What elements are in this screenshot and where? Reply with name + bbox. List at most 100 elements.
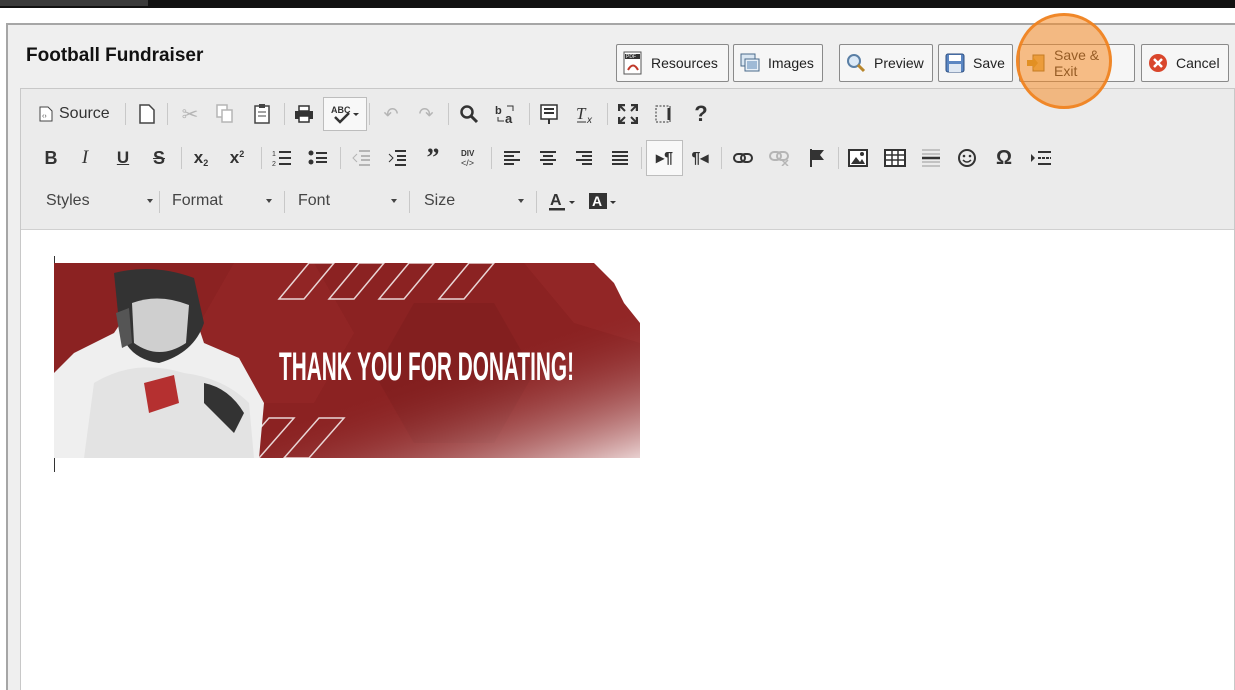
strikethrough-icon[interactable]: S (145, 142, 173, 174)
preview-label: Preview (874, 55, 924, 71)
cut-icon[interactable]: ✂ (176, 98, 204, 130)
page-break-icon[interactable] (1027, 142, 1055, 174)
italic-icon[interactable]: I (71, 142, 99, 174)
align-left-icon[interactable] (498, 142, 526, 174)
redo-icon[interactable]: ↷ (412, 98, 440, 130)
text-color-icon: A (549, 192, 575, 211)
toolbar-separator (167, 103, 168, 125)
cancel-icon (1149, 54, 1167, 72)
donation-banner-image[interactable]: THANK YOU FOR DONATING! (54, 262, 640, 459)
text-direction-ltr-icon[interactable]: ▸¶ (646, 140, 683, 176)
svg-text:</>: </> (461, 158, 474, 168)
blockquote-icon[interactable]: ” (419, 142, 447, 174)
svg-text:1: 1 (272, 151, 276, 158)
find-icon[interactable] (455, 98, 483, 130)
bold-icon[interactable]: B (37, 142, 65, 174)
special-character-icon[interactable]: Ω (990, 142, 1018, 174)
subscript-icon[interactable]: x2 (187, 142, 215, 174)
show-blocks-icon[interactable] (650, 98, 678, 130)
toolbar-separator (838, 147, 839, 169)
images-button[interactable]: Images (733, 44, 823, 82)
spellcheck-icon: ABC (331, 105, 359, 124)
text-direction-rtl-icon[interactable]: ¶◂ (686, 142, 714, 174)
styles-label: Styles (46, 192, 90, 209)
link-icon[interactable] (729, 142, 757, 174)
svg-text:T: T (576, 104, 587, 123)
cancel-label: Cancel (1176, 55, 1220, 71)
images-label: Images (768, 55, 814, 71)
toolbar-separator (536, 191, 537, 213)
smiley-icon[interactable] (953, 142, 981, 174)
svg-text:A: A (592, 193, 602, 209)
top-tab[interactable] (0, 0, 148, 6)
editor-content-area[interactable]: THANK YOU FOR DONATING! (21, 230, 1234, 690)
remove-format-icon[interactable]: Tx (571, 98, 599, 130)
align-center-icon[interactable] (534, 142, 562, 174)
editor-panel: Football Fundraiser PDF Resources Images… (6, 23, 1235, 690)
toolbar-separator (491, 147, 492, 169)
svg-text:x: x (586, 115, 593, 125)
indent-icon[interactable] (383, 142, 411, 174)
text-color-button[interactable]: A (547, 185, 579, 217)
preview-button[interactable]: Preview (839, 44, 933, 82)
save-button[interactable]: Save (938, 44, 1013, 82)
svg-text:‹›: ‹› (42, 113, 47, 120)
save-exit-button[interactable]: Save & Exit (1019, 44, 1135, 82)
app-top-bar (0, 0, 1235, 8)
superscript-icon[interactable]: x2 (223, 142, 251, 174)
toolbar-separator (529, 103, 530, 125)
create-div-icon[interactable]: DIV </> (455, 142, 483, 174)
toolbar-separator (448, 103, 449, 125)
svg-text:DIV: DIV (461, 149, 475, 158)
svg-text:PDF: PDF (626, 54, 636, 60)
styles-dropdown[interactable]: Styles (39, 187, 159, 215)
resources-button[interactable]: PDF Resources (616, 44, 729, 82)
horizontal-line-icon[interactable] (917, 142, 945, 174)
size-dropdown[interactable]: Size (417, 187, 530, 215)
justify-icon[interactable] (606, 142, 634, 174)
font-dropdown[interactable]: Font (291, 187, 403, 215)
print-icon[interactable] (290, 98, 318, 130)
undo-icon[interactable]: ↶ (377, 98, 405, 130)
toolbar-separator (721, 147, 722, 169)
image-icon[interactable] (844, 142, 872, 174)
cancel-button[interactable]: Cancel (1141, 44, 1229, 82)
align-right-icon[interactable] (570, 142, 598, 174)
format-dropdown[interactable]: Format (165, 187, 278, 215)
font-label: Font (298, 192, 331, 209)
spellcheck-button[interactable]: ABC (323, 97, 367, 131)
numbered-list-icon[interactable]: 12 (268, 142, 296, 174)
toolbar-separator (125, 103, 126, 125)
background-color-icon: A (589, 193, 616, 209)
table-icon[interactable] (881, 142, 909, 174)
maximize-icon[interactable] (614, 98, 642, 130)
svg-text:a: a (505, 111, 513, 125)
size-label: Size (424, 192, 456, 209)
toolbar-separator (284, 191, 285, 213)
chevron-down-icon (391, 199, 397, 203)
replace-icon[interactable]: ba (492, 98, 520, 130)
toolbar-separator (261, 147, 262, 169)
select-all-icon[interactable] (535, 98, 563, 130)
toolbar-separator (607, 103, 608, 125)
save-label: Save (973, 55, 1005, 71)
toolbar-separator (159, 191, 160, 213)
background-color-button[interactable]: A (587, 185, 619, 217)
copy-icon[interactable] (211, 98, 239, 130)
bulleted-list-icon[interactable] (304, 142, 332, 174)
help-icon[interactable]: ? (687, 98, 715, 130)
chevron-down-icon (518, 199, 524, 203)
unlink-icon[interactable] (765, 142, 793, 174)
anchor-flag-icon[interactable] (803, 142, 831, 174)
paste-icon[interactable] (248, 98, 276, 130)
format-label: Format (172, 192, 223, 209)
underline-icon[interactable]: U (109, 142, 137, 174)
floppy-disk-icon (945, 53, 965, 73)
banner-text: THANK YOU FOR DONATING! (279, 345, 574, 389)
outdent-icon[interactable] (347, 142, 375, 174)
source-button[interactable]: ‹› Source (39, 98, 110, 130)
new-page-icon[interactable] (133, 98, 161, 130)
source-label: Source (59, 105, 110, 122)
source-icon: ‹› (39, 106, 53, 122)
resources-label: Resources (651, 55, 718, 71)
